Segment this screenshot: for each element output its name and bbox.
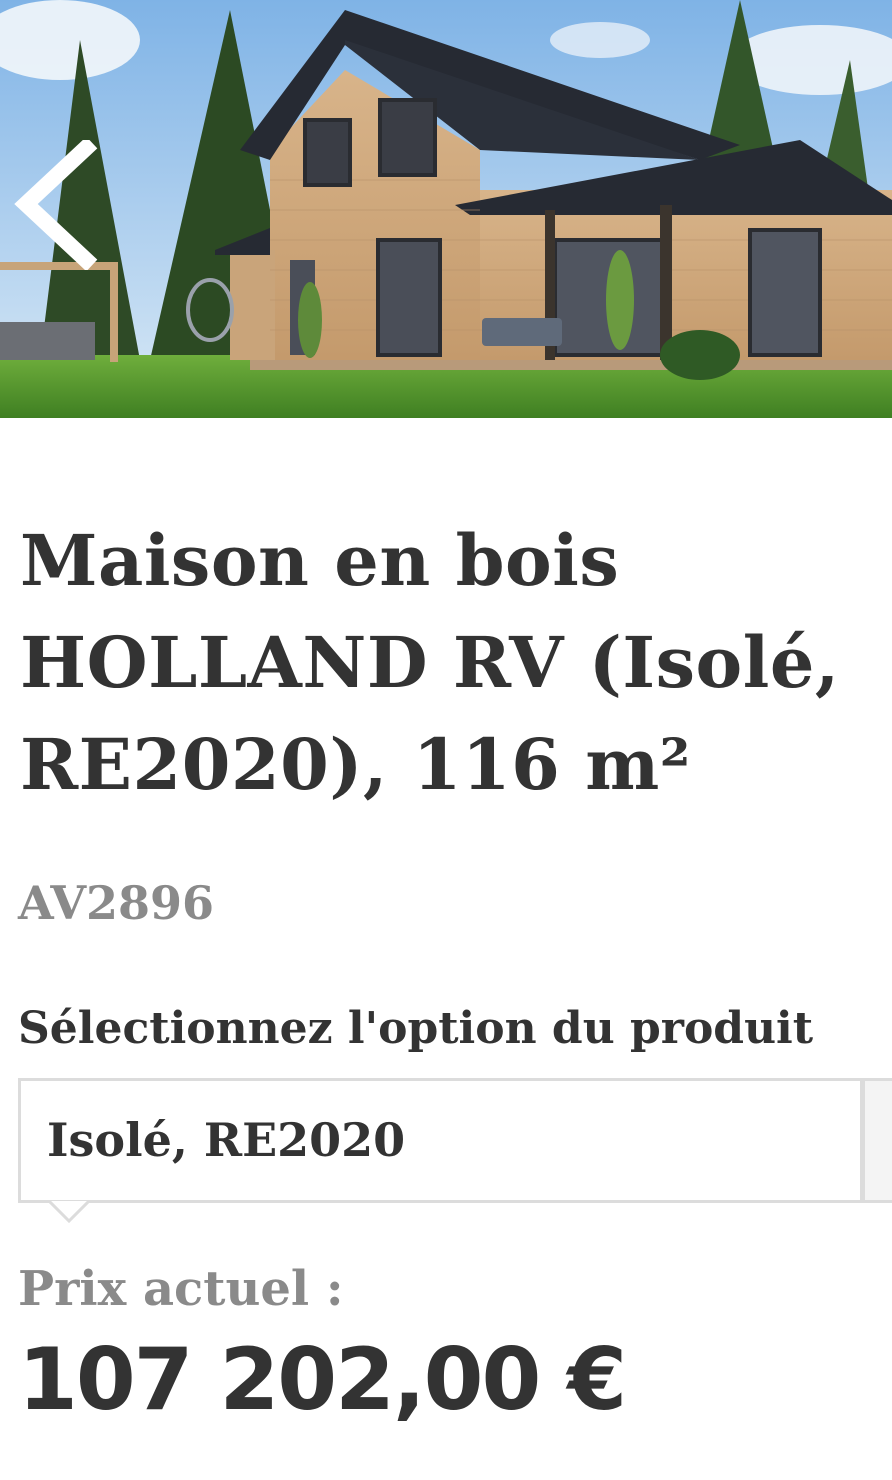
product-option-select[interactable]: Isolé, RE2020 bbox=[18, 1078, 863, 1223]
product-details: Maison en bois HOLLAND RV (Isolé, RE2020… bbox=[0, 418, 892, 1480]
current-price: 107 202,00 € bbox=[18, 1330, 627, 1430]
option-select-label: Sélectionnez l'option du produit bbox=[18, 1003, 814, 1054]
product-sku: AV2896 bbox=[18, 876, 215, 930]
house-illustration bbox=[0, 0, 892, 418]
next-option-edge[interactable] bbox=[862, 1078, 892, 1203]
previous-image-button[interactable] bbox=[8, 140, 98, 270]
product-image bbox=[0, 0, 892, 418]
product-title: Maison en bois HOLLAND RV (Isolé, RE2020… bbox=[20, 519, 840, 806]
chevron-left-icon bbox=[14, 140, 98, 270]
price-label: Prix actuel : bbox=[18, 1261, 344, 1317]
select-pointer-notch bbox=[49, 1201, 89, 1223]
selected-option-value: Isolé, RE2020 bbox=[47, 1113, 406, 1167]
